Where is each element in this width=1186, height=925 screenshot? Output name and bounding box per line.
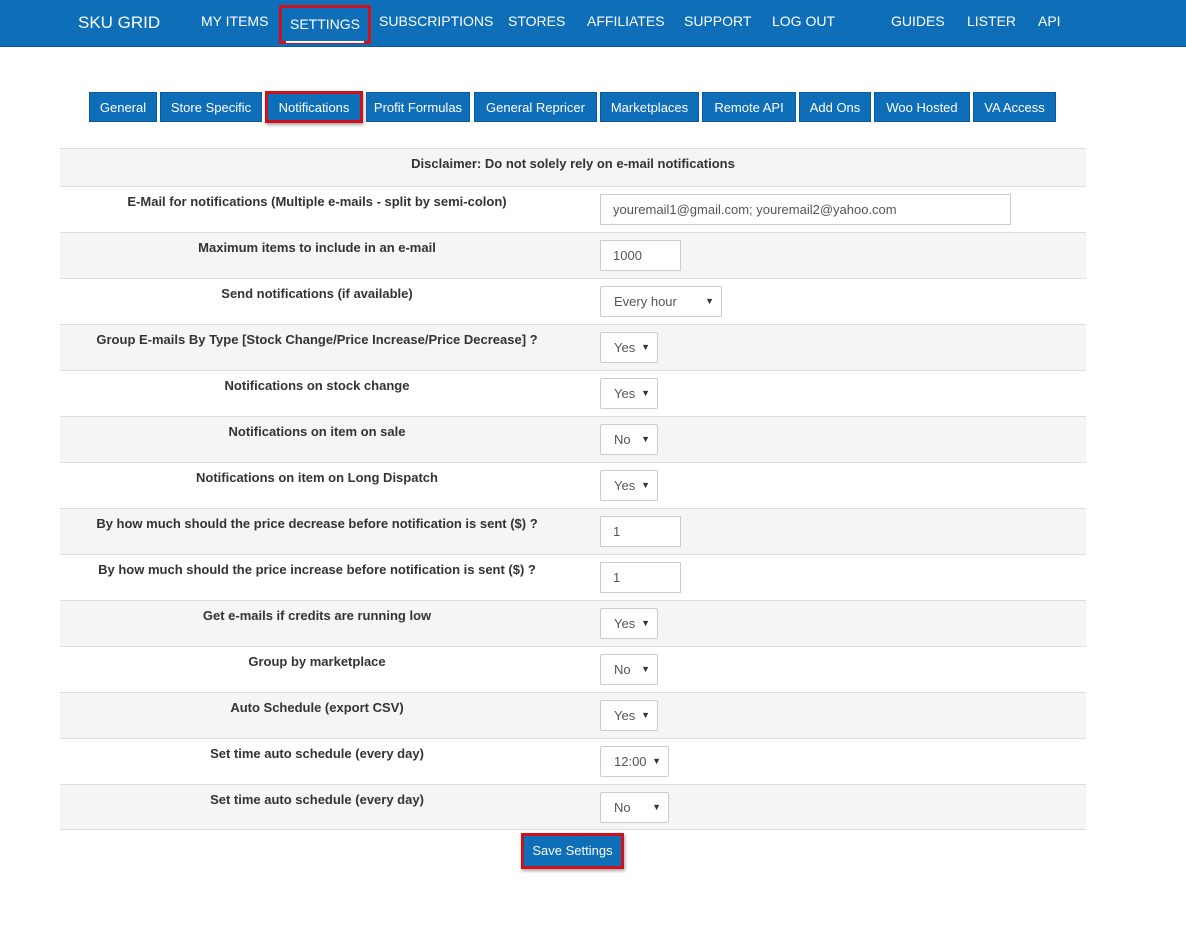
- notification-settings-table: Disclaimer: Do not solely rely on e-mail…: [60, 148, 1086, 830]
- tab-store-specific[interactable]: Store Specific: [160, 92, 262, 122]
- tab-notifications[interactable]: Notifications: [265, 91, 363, 123]
- setting-row-stock-change: Notifications on stock change Yes ▼: [60, 370, 1086, 416]
- auto-schedule-select[interactable]: Yes ▼: [600, 700, 658, 731]
- item-on-sale-select-value: No: [614, 432, 631, 447]
- schedule-time-label: Set time auto schedule (every day): [210, 746, 424, 761]
- group-by-marketplace-select[interactable]: No ▼: [600, 654, 658, 685]
- group-by-type-select-value: Yes: [614, 340, 636, 355]
- credits-low-select[interactable]: Yes ▼: [600, 608, 658, 639]
- max-items-label: Maximum items to include in an e-mail: [198, 240, 436, 255]
- setting-row-schedule-time-2: Set time auto schedule (every day) No ▼: [60, 784, 1086, 830]
- nav-subscriptions[interactable]: SUBSCRIPTIONS: [379, 13, 493, 29]
- credits-low-select-value: Yes: [614, 616, 636, 631]
- tab-woo-hosted[interactable]: Woo Hosted: [874, 92, 970, 122]
- price-decrease-label: By how much should the price decrease be…: [96, 516, 538, 531]
- email-label: E-Mail for notifications (Multiple e-mai…: [127, 194, 507, 209]
- nav-logout[interactable]: LOG OUT: [772, 13, 835, 29]
- frequency-select-value: Every hour: [614, 294, 677, 309]
- schedule-time-select-value: 12:00: [614, 754, 647, 769]
- setting-row-long-dispatch: Notifications on item on Long Dispatch Y…: [60, 462, 1086, 508]
- long-dispatch-select[interactable]: Yes ▼: [600, 470, 658, 501]
- save-settings-button[interactable]: Save Settings: [521, 833, 624, 869]
- long-dispatch-label: Notifications on item on Long Dispatch: [196, 470, 438, 485]
- chevron-down-icon: ▼: [652, 802, 661, 812]
- auto-schedule-select-value: Yes: [614, 708, 636, 723]
- chevron-down-icon: ▼: [641, 710, 650, 720]
- group-by-marketplace-label: Group by marketplace: [248, 654, 386, 669]
- disclaimer: Disclaimer: Do not solely rely on e-mail…: [60, 148, 1086, 186]
- stock-change-label: Notifications on stock change: [224, 378, 410, 393]
- price-decrease-input[interactable]: 1: [600, 516, 681, 547]
- setting-row-auto-schedule: Auto Schedule (export CSV) Yes ▼: [60, 692, 1086, 738]
- frequency-label: Send notifications (if available): [221, 286, 413, 301]
- schedule-time-select[interactable]: 12:00 ▼: [600, 746, 669, 777]
- top-navbar: SKU GRID MY ITEMS SETTINGS SUBSCRIPTIONS…: [0, 0, 1186, 47]
- setting-row-item-on-sale: Notifications on item on sale No ▼: [60, 416, 1086, 462]
- tab-general-repricer[interactable]: General Repricer: [474, 92, 597, 122]
- nav-api[interactable]: API: [1038, 13, 1061, 29]
- email-input[interactable]: youremail1@gmail.com; youremail2@yahoo.c…: [600, 194, 1011, 225]
- stock-change-select-value: Yes: [614, 386, 636, 401]
- schedule-time-2-label: Set time auto schedule (every day): [210, 792, 424, 807]
- price-increase-label: By how much should the price increase be…: [98, 562, 536, 577]
- nav-lister[interactable]: LISTER: [967, 13, 1016, 29]
- nav-guides[interactable]: GUIDES: [891, 13, 945, 29]
- group-by-marketplace-select-value: No: [614, 662, 631, 677]
- max-items-input[interactable]: 1000: [600, 240, 681, 271]
- setting-row-price-decrease: By how much should the price decrease be…: [60, 508, 1086, 554]
- tab-remote-api[interactable]: Remote API: [702, 92, 796, 122]
- setting-row-schedule-time: Set time auto schedule (every day) 12:00…: [60, 738, 1086, 784]
- chevron-down-icon: ▼: [641, 618, 650, 628]
- nav-settings[interactable]: SETTINGS: [279, 5, 372, 44]
- setting-row-group-by-type: Group E-mails By Type [Stock Change/Pric…: [60, 324, 1086, 370]
- chevron-down-icon: ▼: [641, 342, 650, 352]
- nav-support[interactable]: SUPPORT: [684, 13, 751, 29]
- setting-row-credits-low: Get e-mails if credits are running low Y…: [60, 600, 1086, 646]
- item-on-sale-label: Notifications on item on sale: [228, 424, 406, 439]
- tab-add-ons[interactable]: Add Ons: [799, 92, 871, 122]
- frequency-select[interactable]: Every hour ▼: [600, 286, 722, 317]
- setting-row-email: E-Mail for notifications (Multiple e-mai…: [60, 186, 1086, 232]
- chevron-down-icon: ▼: [641, 664, 650, 674]
- tab-profit-formulas[interactable]: Profit Formulas: [366, 92, 470, 122]
- nav-stores[interactable]: STORES: [508, 13, 565, 29]
- schedule-time-2-select[interactable]: No ▼: [600, 792, 669, 823]
- schedule-time-2-select-value: No: [614, 800, 631, 815]
- setting-row-price-increase: By how much should the price increase be…: [60, 554, 1086, 600]
- item-on-sale-select[interactable]: No ▼: [600, 424, 658, 455]
- nav-my-items[interactable]: MY ITEMS: [201, 13, 268, 29]
- chevron-down-icon: ▼: [641, 388, 650, 398]
- group-by-type-label: Group E-mails By Type [Stock Change/Pric…: [96, 332, 538, 347]
- setting-row-max-items: Maximum items to include in an e-mail 10…: [60, 232, 1086, 278]
- tab-marketplaces[interactable]: Marketplaces: [600, 92, 699, 122]
- chevron-down-icon: ▼: [641, 480, 650, 490]
- price-increase-input[interactable]: 1: [600, 562, 681, 593]
- stock-change-select[interactable]: Yes ▼: [600, 378, 658, 409]
- auto-schedule-label: Auto Schedule (export CSV): [230, 700, 404, 715]
- nav-affiliates[interactable]: AFFILIATES: [587, 13, 665, 29]
- chevron-down-icon: ▼: [705, 296, 714, 306]
- chevron-down-icon: ▼: [652, 756, 661, 766]
- chevron-down-icon: ▼: [641, 434, 650, 444]
- credits-low-label: Get e-mails if credits are running low: [202, 608, 432, 623]
- long-dispatch-select-value: Yes: [614, 478, 636, 493]
- brand-logo[interactable]: SKU GRID: [78, 13, 160, 33]
- tab-va-access[interactable]: VA Access: [973, 92, 1056, 122]
- setting-row-group-by-marketplace: Group by marketplace No ▼: [60, 646, 1086, 692]
- setting-row-frequency: Send notifications (if available) Every …: [60, 278, 1086, 324]
- tab-general[interactable]: General: [89, 92, 157, 122]
- group-by-type-select[interactable]: Yes ▼: [600, 332, 658, 363]
